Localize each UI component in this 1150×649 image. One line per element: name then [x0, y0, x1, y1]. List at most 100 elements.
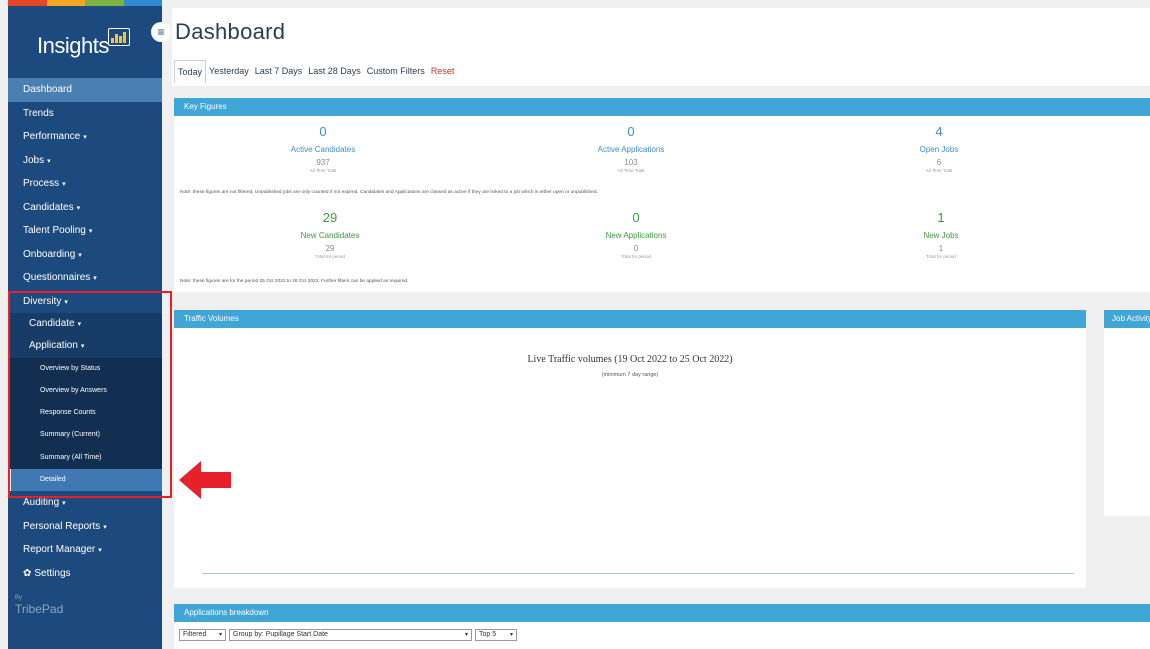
kf-total-label: Total for period [926, 254, 956, 259]
tab-last-28-days[interactable]: Last 28 Days [305, 60, 364, 83]
kf-value: 1 [937, 210, 945, 225]
caret-down-icon: ▾ [88, 228, 93, 235]
sidebar-item-candidates[interactable]: Candidates ▾ [8, 196, 162, 220]
caret-down-icon: ▾ [93, 275, 97, 282]
kf-label[interactable]: New Jobs [841, 231, 1041, 240]
red-arrow-icon [179, 461, 231, 499]
kf-label[interactable]: New Candidates [230, 231, 430, 240]
chevron-down-icon: ▾ [218, 632, 222, 638]
sidebar-item-label: Overview by Answers [40, 386, 107, 394]
kf-label[interactable]: Active Applications [531, 145, 731, 154]
bar-chart-icon [108, 28, 130, 46]
sidebar-item-questionnaires[interactable]: Questionnaires ▾ [8, 266, 162, 290]
sidebar-item-settings[interactable]: ✿ Settings [8, 562, 162, 586]
kf-label[interactable]: Open Jobs [839, 145, 1039, 154]
sidebar-item-label: Auditing [23, 497, 60, 509]
sidebar-item-summary-all-time[interactable]: Summary (All Time) [8, 446, 162, 470]
sidebar-item-label: Process [23, 178, 60, 189]
kf-value: 0 [627, 124, 635, 139]
page-title: Dashboard [175, 19, 286, 44]
kf-value: 0 [319, 124, 327, 139]
caret-down-icon: ▾ [62, 500, 66, 508]
kf-label[interactable]: Active Candidates [223, 145, 423, 154]
filtered-select[interactable]: Filtered ▾ [179, 629, 226, 641]
sidebar-item-label: Response Counts [40, 409, 96, 417]
sidebar-item-jobs[interactable]: Jobs ▾ [8, 149, 162, 173]
job-activity-title: Job Activity [1104, 310, 1150, 328]
sidebar-item-overview-by-answers[interactable]: Overview by Answers [8, 379, 162, 403]
sidebar-item-summary-current[interactable]: Summary (Current) [8, 424, 162, 447]
sidebar-item-label: Detailed [40, 476, 66, 484]
select-value: Group by: Pupillage Start Date [233, 631, 328, 638]
select-value: Filtered [183, 631, 207, 638]
sidebar-item-label: Summary (All Time) [40, 453, 102, 461]
sidebar-item-label: Questionnaires [23, 272, 91, 283]
menu-toggle-icon[interactable]: ≡ [151, 22, 171, 42]
select-value: Top 5 [479, 631, 497, 638]
sidebar-item-onboarding[interactable]: Onboarding ▾ [8, 243, 162, 267]
sidebar-item-overview-by-status[interactable]: Overview by Status [8, 357, 162, 380]
kf-new-jobs: 1 New Jobs 1 Total for period [841, 210, 1041, 259]
sidebar-item-personal-reports[interactable]: Personal Reports ▾ [8, 515, 162, 539]
kf-total: 1 [938, 244, 944, 253]
sidebar-item-trends[interactable]: Trends [8, 102, 162, 126]
sidebar-item-detailed[interactable]: Detailed [8, 469, 162, 492]
sidebar-item-process[interactable]: Process ▾ [8, 172, 162, 196]
sidebar-item-label: Personal Reports [23, 520, 101, 532]
tab-custom-filters[interactable]: Custom Filters [364, 60, 428, 83]
group-by-select[interactable]: Group by: Pupillage Start Date ▾ [229, 629, 472, 641]
kf-total: 937 [316, 158, 330, 167]
tab-today[interactable]: Today [174, 60, 207, 83]
panel-title: Traffic Volumes [174, 310, 1086, 328]
kf-total-label: Total for period [621, 254, 651, 259]
logo-text: Insights [37, 33, 109, 58]
kf-total: 6 [936, 158, 942, 167]
sidebar-item-diversity[interactable]: Diversity ▾ [8, 290, 162, 314]
sidebar-item-dashboard[interactable]: Dashboard [8, 78, 162, 102]
sidebar-item-label: Report Manager [23, 544, 96, 556]
kf-label[interactable]: New Applications [536, 231, 736, 240]
tab-last-7-days[interactable]: Last 7 Days [252, 60, 306, 83]
sidebar-item-label: Trends [23, 107, 54, 119]
caret-down-icon: ▾ [62, 181, 66, 188]
sidebar-item-auditing[interactable]: Auditing ▾ [8, 491, 162, 515]
sidebar-item-label: Jobs [23, 154, 45, 166]
sidebar-item-label: Settings [34, 567, 71, 579]
sidebar-item-application[interactable]: Application ▾ [8, 335, 162, 358]
traffic-volumes-panel: Traffic Volumes Live Traffic volumes (19… [174, 310, 1086, 588]
key-figures-panel: Key Figures 0 Active Candidates 937 All … [174, 98, 1150, 292]
caret-down-icon: ▾ [47, 157, 51, 165]
caret-down-icon: ▾ [64, 298, 68, 306]
applications-breakdown-panel: Applications breakdown [174, 604, 1150, 649]
breakdown-filters: Filtered ▾ Group by: Pupillage Start Date… [179, 629, 517, 641]
panel-title: Applications breakdown [174, 604, 1150, 622]
kf-new-candidates: 29 New Candidates 29 Total for period [230, 210, 430, 259]
top-n-select[interactable]: Top 5 ▾ [475, 629, 517, 641]
caret-down-icon: ▾ [80, 343, 85, 351]
date-filter-tabs: Today Yesterday Last 7 Days Last 28 Days… [174, 60, 457, 83]
gear-icon: ✿ [23, 567, 32, 579]
kf-total: 29 [325, 244, 335, 253]
reset-link[interactable]: Reset [428, 60, 458, 83]
logo[interactable]: Insights [8, 6, 162, 78]
sidebar-item-performance[interactable]: Performance ▾ [8, 125, 162, 149]
sidebar-item-candidate[interactable]: Candidate ▾ [8, 313, 162, 336]
job-activity-panel [1104, 328, 1150, 516]
caret-down-icon: ▾ [103, 523, 107, 531]
chart-title: Live Traffic volumes (19 Oct 2022 to 25 … [527, 354, 733, 365]
sidebar-item-talent-pooling[interactable]: Talent Pooling ▾ [8, 219, 162, 243]
sidebar-item-response-counts[interactable]: Response Counts [8, 402, 162, 425]
app-window: Insights Dashboard Trends Performance ▾ J… [0, 0, 1150, 649]
kf-total-label: All Time Total [309, 168, 337, 173]
kf-note: Note: these figures are not filtered. Un… [180, 190, 598, 195]
kf-new-applications: 0 New Applications 0 Total for period [536, 210, 736, 259]
sidebar-item-label: Candidate [29, 318, 75, 329]
kf-total-label: All Time Total [925, 168, 953, 173]
caret-down-icon: ▾ [98, 547, 102, 555]
kf-active-applications: 0 Active Applications 103 All Time Total [531, 124, 731, 173]
sidebar-item-label: Summary (Current) [40, 431, 100, 439]
tab-yesterday[interactable]: Yesterday [206, 60, 252, 83]
tribepad-logo: TribePad [15, 602, 64, 616]
chevron-down-icon: ▾ [509, 632, 513, 638]
sidebar-item-report-manager[interactable]: Report Manager ▾ [8, 538, 162, 562]
